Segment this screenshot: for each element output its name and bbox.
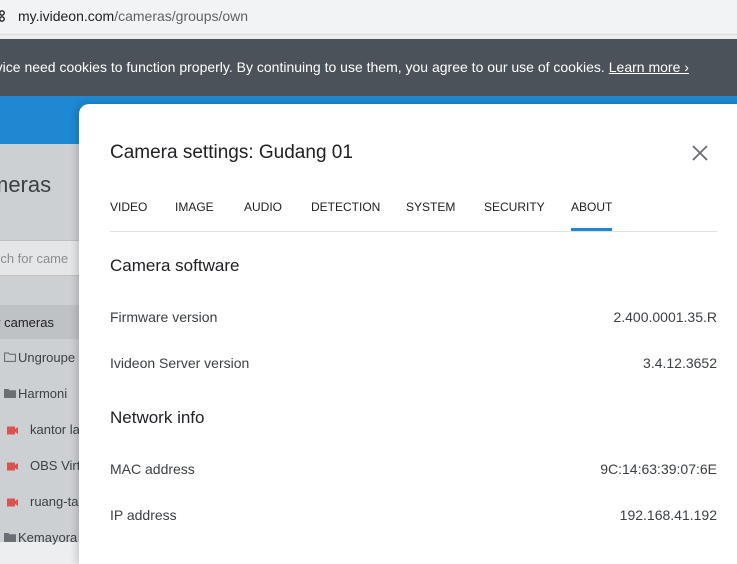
browser-address-bar[interactable]: my.ivideon.com/cameras/groups/own xyxy=(0,0,737,35)
sidebar-item-kantor[interactable]: kantor la xyxy=(0,420,80,440)
cookie-text: rvice need cookies to function properly.… xyxy=(0,59,689,75)
section-network-info: Network info xyxy=(110,408,205,427)
modal-title: Camera settings: Gudang 01 xyxy=(110,142,353,163)
background-page-title: meras xyxy=(0,172,52,197)
mac-address-value: 9C:14:63:39:07:6E xyxy=(600,461,717,477)
background-search-input[interactable]: rch for came xyxy=(0,240,86,276)
tab-system[interactable]: SYSTEM xyxy=(406,200,455,230)
sidebar-item-label: Ungroupe xyxy=(18,350,76,365)
camera-settings-modal: Camera settings: Gudang 01 VIDEO IMAGE A… xyxy=(79,104,737,564)
sidebar-item-label: ruang-ta xyxy=(30,494,79,509)
server-version-value: 3.4.12.3652 xyxy=(643,355,717,371)
sidebar-item-harmoni[interactable]: Harmoni xyxy=(0,384,80,404)
sidebar-item-my-cameras[interactable]: y cameras xyxy=(0,305,80,339)
folder-icon xyxy=(4,533,16,542)
section-camera-software: Camera software xyxy=(110,256,240,275)
server-version-label: Ivideon Server version xyxy=(110,355,250,371)
sidebar-item-label: kantor la xyxy=(30,422,80,437)
tab-detection[interactable]: DETECTION xyxy=(311,200,380,230)
ip-address-value: 192.168.41.192 xyxy=(619,507,717,523)
firmware-version-value: 2.400.0001.35.R xyxy=(613,309,717,325)
tab-image[interactable]: IMAGE xyxy=(175,200,214,230)
tab-audio[interactable]: AUDIO xyxy=(244,200,282,230)
url-path: /cameras/groups/own xyxy=(114,8,249,24)
learn-more-link[interactable]: Learn more › xyxy=(609,59,689,75)
sidebar-item-ungrouped[interactable]: Ungroupe xyxy=(0,348,80,368)
sidebar-item-label: Harmoni xyxy=(18,386,68,401)
sidebar-item-label: OBS Virt xyxy=(30,458,81,473)
folder-outline-icon xyxy=(4,352,16,362)
firmware-version-label: Firmware version xyxy=(110,309,218,325)
close-icon[interactable] xyxy=(689,142,711,164)
cookie-banner: rvice need cookies to function properly.… xyxy=(0,39,737,96)
mac-address-label: MAC address xyxy=(110,461,195,477)
tab-video[interactable]: VIDEO xyxy=(110,200,147,230)
search-placeholder: rch for came xyxy=(0,251,69,266)
my-cameras-label: y cameras xyxy=(0,315,54,330)
sidebar-item-ruang[interactable]: ruang-ta xyxy=(0,492,80,512)
folder-icon xyxy=(4,389,16,398)
tab-security[interactable]: SECURITY xyxy=(484,200,545,230)
url-text[interactable]: my.ivideon.com/cameras/groups/own xyxy=(18,8,248,24)
sidebar-item-kemayoran[interactable]: Kemayora xyxy=(0,528,80,548)
url-host: my.ivideon.com xyxy=(18,8,115,24)
camera-icon xyxy=(7,498,18,507)
ip-address-label: IP address xyxy=(110,507,177,523)
camera-icon xyxy=(7,462,18,471)
sidebar-item-label: Kemayora xyxy=(18,530,78,545)
cookie-message: rvice need cookies to function properly.… xyxy=(0,59,605,75)
sidebar-item-obs-virtual[interactable]: OBS Virt xyxy=(0,456,80,476)
tab-about[interactable]: ABOUT xyxy=(571,200,613,231)
settings-tabs: VIDEO IMAGE AUDIO DETECTION SYSTEM SECUR… xyxy=(110,200,717,232)
background-sidebar xyxy=(0,144,80,542)
site-info-icon[interactable] xyxy=(0,9,8,23)
camera-icon xyxy=(7,426,18,435)
